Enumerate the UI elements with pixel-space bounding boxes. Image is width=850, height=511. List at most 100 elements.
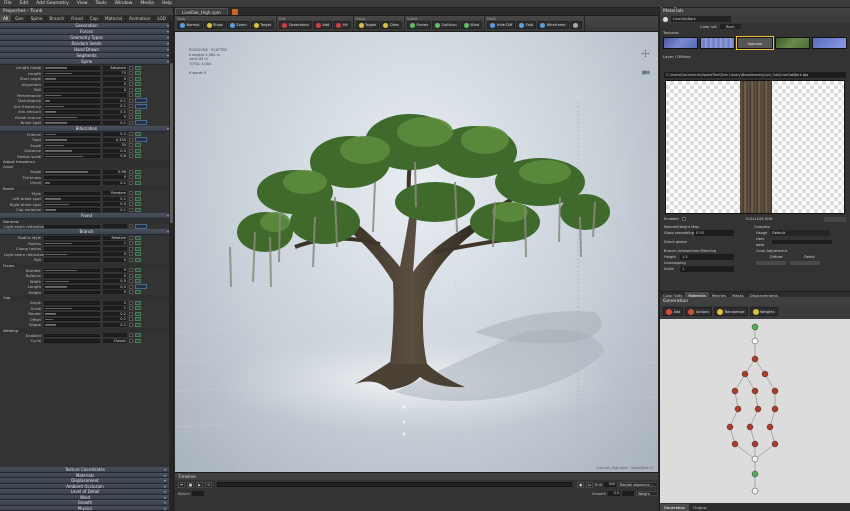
generator-node[interactable] xyxy=(741,370,749,378)
property-value-disturbance[interactable]: 0.1 xyxy=(103,98,127,103)
variance-icon[interactable] xyxy=(135,154,141,159)
property-slider-light-seam-reduction[interactable] xyxy=(44,224,100,228)
texture-thumb-diffuse[interactable] xyxy=(663,37,699,49)
property-value-jink-amount[interactable]: 0.1 xyxy=(103,109,127,114)
curve-toggle-checkbox[interactable] xyxy=(129,109,133,114)
focus-clear-button[interactable]: Clear xyxy=(380,21,403,29)
property-value-right-break-spot[interactable]: 0.3 xyxy=(103,202,127,207)
property-value-scale[interactable]: 1 xyxy=(103,306,127,311)
property-value-radius-scale[interactable]: 0.8 xyxy=(103,154,127,159)
property-slider-radius-style[interactable] xyxy=(44,236,100,240)
variance-icon[interactable] xyxy=(135,196,141,201)
property-value-length[interactable]: 75 xyxy=(103,71,127,76)
variance-icon[interactable] xyxy=(135,76,141,81)
mesh-hide-diff-button[interactable]: Hide Diff xyxy=(487,21,516,29)
menu-item-file[interactable]: File xyxy=(0,1,16,6)
variance-icon[interactable] xyxy=(135,300,141,305)
property-value-shape[interactable]: 0.2 xyxy=(103,322,127,327)
property-value-alignment[interactable]: 0 xyxy=(103,82,127,87)
variance-icon[interactable] xyxy=(135,311,141,316)
property-value-length[interactable]: 0.5 xyxy=(103,284,127,289)
enabled-checkbox[interactable] xyxy=(681,217,686,221)
variance-icon[interactable] xyxy=(135,235,141,240)
menu-item-help[interactable]: Help xyxy=(158,1,176,6)
property-slider-clamp-radius[interactable] xyxy=(44,247,100,251)
texture-path-field[interactable]: C:\Users\Documents\SpeedTree\Tree Librar… xyxy=(664,72,846,78)
property-slider-offset[interactable] xyxy=(44,317,100,321)
menu-item-edit[interactable]: Edit xyxy=(16,1,33,6)
generator-node[interactable] xyxy=(751,355,759,363)
menu-item-window[interactable]: Window xyxy=(111,1,137,6)
weight-dropdown[interactable]: Weight xyxy=(636,491,658,496)
property-slider-length-mode[interactable] xyxy=(44,66,100,70)
property-slider-jink-amount[interactable] xyxy=(44,110,100,114)
add-button[interactable]: Add xyxy=(663,307,684,316)
variance-icon[interactable] xyxy=(135,257,141,262)
property-slider-left-break-spot[interactable] xyxy=(44,197,100,201)
curve-toggle-checkbox[interactable] xyxy=(129,224,133,229)
property-value-enabled[interactable] xyxy=(103,333,127,338)
variance-icon[interactable] xyxy=(135,202,141,207)
property-value-border[interactable]: 0.2 xyxy=(103,311,127,316)
property-slider-shape[interactable] xyxy=(44,323,100,327)
generator-node[interactable] xyxy=(731,387,739,395)
property-value-left-break-spot[interactable]: 0.1 xyxy=(103,196,127,201)
material-name-field[interactable]: LiveOakBark xyxy=(671,16,731,22)
variance-icon[interactable] xyxy=(135,322,141,327)
curve-toggle-checkbox[interactable] xyxy=(129,148,133,153)
curve-toggle-checkbox[interactable] xyxy=(129,311,133,316)
scene-forces-button[interactable]: Forces xyxy=(407,21,432,29)
user-data-input[interactable] xyxy=(772,240,832,244)
variance-icon[interactable] xyxy=(135,175,141,180)
scale-input[interactable]: 1 xyxy=(680,266,734,272)
variance-icon[interactable] xyxy=(135,169,141,174)
property-slider-enabled[interactable] xyxy=(44,333,100,337)
menu-item-media[interactable]: Media xyxy=(136,1,158,6)
generation-editor[interactable] xyxy=(660,319,850,503)
variance-icon[interactable] xyxy=(135,246,141,251)
viewport-tab[interactable]: LiveOak_High.spm xyxy=(175,8,228,15)
curve-toggle-checkbox[interactable] xyxy=(129,87,133,92)
tab-lod[interactable]: LOD xyxy=(154,15,171,22)
property-slider-height[interactable] xyxy=(44,290,100,294)
property-slider-unroll[interactable] xyxy=(44,181,100,185)
tab-generation[interactable]: Generation xyxy=(660,504,690,511)
variance-icon[interactable] xyxy=(135,338,141,343)
variance-icon[interactable] xyxy=(135,143,141,148)
generator-node[interactable] xyxy=(751,337,759,345)
property-slider-balance[interactable] xyxy=(44,274,100,278)
property-value-balance[interactable]: 0 xyxy=(103,273,127,278)
property-slider-radius-scale[interactable] xyxy=(44,154,100,158)
property-slider-roll[interactable] xyxy=(44,258,100,262)
curve-toggle-checkbox[interactable] xyxy=(129,196,133,201)
property-value-thickness[interactable]: 0 xyxy=(103,175,127,180)
variance-icon[interactable] xyxy=(135,148,141,153)
section-physics[interactable]: Physics xyxy=(0,505,170,511)
variance-icon[interactable] xyxy=(135,82,141,87)
scene-wind-button[interactable]: Wind xyxy=(460,21,483,29)
gloss-input[interactable]: 0.55 xyxy=(694,230,734,236)
curve-editor-icon[interactable] xyxy=(135,103,147,109)
variance-icon[interactable] xyxy=(135,87,141,92)
curve-toggle-checkbox[interactable] xyxy=(129,143,133,148)
replace-button[interactable] xyxy=(824,216,846,222)
property-value-cap-variance[interactable]: 0.1 xyxy=(103,207,127,212)
variance-icon[interactable] xyxy=(135,290,141,295)
curve-toggle-checkbox[interactable] xyxy=(129,65,133,70)
generator-node[interactable] xyxy=(751,487,759,495)
property-value-light-seam-reduction[interactable] xyxy=(103,224,127,229)
menu-item-add-geometry[interactable]: Add Geometry xyxy=(32,1,73,6)
mesh-fold-button[interactable]: Fold xyxy=(516,21,537,29)
property-slider-scale[interactable] xyxy=(44,306,100,310)
variance-icon[interactable] xyxy=(135,317,141,322)
view-zoom-button[interactable]: Zoom xyxy=(226,21,250,29)
property-value-jink-frequency[interactable]: 0.1 xyxy=(103,104,127,109)
variance-icon[interactable] xyxy=(135,273,141,278)
property-slider-angle[interactable] xyxy=(44,170,100,174)
curve-toggle-checkbox[interactable] xyxy=(129,93,133,98)
end-frame-input[interactable]: 300 xyxy=(604,482,616,487)
generator-node[interactable] xyxy=(751,455,759,463)
property-slider-border[interactable] xyxy=(44,312,100,316)
mesh-wireframe-button[interactable]: Wireframe xyxy=(537,21,569,29)
generator-node[interactable] xyxy=(751,440,759,448)
